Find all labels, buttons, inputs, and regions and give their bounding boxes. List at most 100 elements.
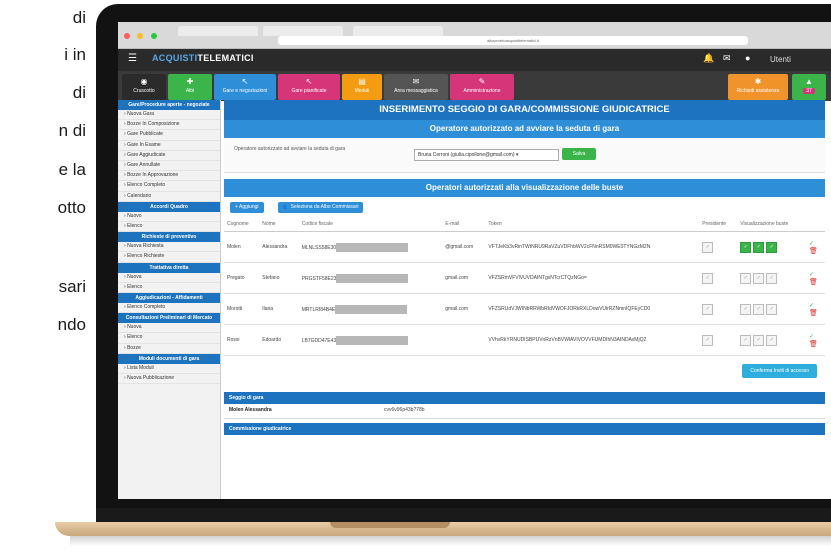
visual-checkbox[interactable]: ✓ xyxy=(766,334,778,346)
cell-nome: Stefano xyxy=(259,262,299,294)
cf-text: PRGSTF58E23 xyxy=(301,275,337,282)
sidebar-item[interactable]: › Nuova Richiesta xyxy=(118,242,220,253)
app-logo[interactable]: ACQUISTITELEMATICI xyxy=(152,53,254,63)
albi-icon: ✚ xyxy=(186,77,194,86)
sidebar-item[interactable]: › Nuova Gara xyxy=(118,110,220,121)
sidebar-item[interactable]: › Gare Annullate xyxy=(118,161,220,172)
tile-badge[interactable]: ▲ 37 xyxy=(792,74,826,100)
sidebar-item-label: Gare Aggiudicate xyxy=(127,151,166,158)
presidente-checkbox[interactable]: ✓ xyxy=(702,272,714,284)
sidebar-item[interactable]: › Calendario xyxy=(118,192,220,202)
tile-messaggistica[interactable]: ✉ Area messaggistica xyxy=(384,74,448,100)
maximize-dot-icon[interactable] xyxy=(150,33,157,39)
address-bar[interactable]: altovenetoacquistitelematici.it xyxy=(278,36,748,45)
add-button[interactable]: + Aggiungi xyxy=(230,202,264,213)
table-row: Pregato Stefano PRGSTF58E23 gmail.com VFZSRm… xyxy=(224,262,825,294)
trash-icon[interactable]: 🗑 xyxy=(809,248,818,255)
col-header: Nome xyxy=(259,217,299,232)
visual-checkbox[interactable]: ✓ xyxy=(766,303,778,315)
seggio-row: Molen Alessandra cvv6v96p43b?78b xyxy=(224,404,825,419)
check-icon[interactable]: ✓ xyxy=(809,333,822,340)
browser-tab[interactable] xyxy=(178,26,258,36)
user-menu[interactable]: Utenti xyxy=(770,55,791,64)
sidebar-item[interactable]: › Elenco xyxy=(118,283,220,294)
sidebar-item[interactable]: › Gare Pubblicate xyxy=(118,130,220,141)
browser-tab[interactable] xyxy=(263,26,343,36)
visual-checkbox[interactable]: ✓ xyxy=(766,241,778,253)
tile-amministrazione[interactable]: ✎ Amministrazione xyxy=(450,74,514,100)
visual-checkbox[interactable]: ✓ xyxy=(740,272,752,284)
tile-albi[interactable]: ✚ Albi xyxy=(168,74,212,100)
sidebar-item-label: Nuova Gara xyxy=(127,111,155,117)
cell-token: VFZSRmVFVlVUVDAINTgvNTcrCTQzNGo= xyxy=(485,262,700,294)
presidente-checkbox[interactable]: ✓ xyxy=(702,303,714,315)
sidebar-item-label: Nuova xyxy=(127,324,142,331)
visual-checkbox[interactable]: ✓ xyxy=(740,334,752,346)
presidente-checkbox[interactable]: ✓ xyxy=(702,334,714,346)
sidebar-item[interactable]: › Gare Aggiudicate xyxy=(118,151,220,162)
sidebar-item[interactable]: › Bozze In Composizione xyxy=(118,120,220,131)
tile-label: Albi xyxy=(185,88,195,94)
sidebar-item-label: Gare In Esame xyxy=(127,141,161,148)
sidebar-item[interactable]: › Elenco xyxy=(118,333,220,344)
check-icon[interactable]: ✓ xyxy=(809,302,822,309)
trash-icon[interactable]: 🗑 xyxy=(809,279,818,286)
operator-select-value: Bruna Cerroni (giulia.cipollone@gmail.co… xyxy=(418,152,515,158)
tile-label: Cruscotto xyxy=(133,88,155,94)
sidebar-item[interactable]: › Elenco Richieste xyxy=(118,252,220,263)
minimize-dot-icon[interactable] xyxy=(137,33,144,39)
sidebar-item[interactable]: › Nuova xyxy=(118,273,220,283)
close-dot-icon[interactable] xyxy=(124,33,130,39)
sidebar-section-title: Accordi Quadro xyxy=(118,201,220,212)
tile-pianificate[interactable]: ↖ Gare pianificate xyxy=(278,74,340,100)
operator-select[interactable]: Bruna Cerroni (giulia.cipollone@gmail.co… xyxy=(414,149,559,161)
bell-icon[interactable]: 🔔 xyxy=(703,53,714,64)
visual-checkbox[interactable]: ✓ xyxy=(740,303,752,315)
presidente-checkbox[interactable]: ✓ xyxy=(702,241,714,253)
visual-checkbox[interactable]: ✓ xyxy=(753,303,765,315)
visual-checkbox[interactable]: ✓ xyxy=(753,241,765,253)
users-icon: 👥 xyxy=(283,204,290,210)
sidebar-item[interactable]: › Gare In Esame xyxy=(118,141,220,151)
select-albo-button[interactable]: 👥 Seleziona da Albo Commissari xyxy=(278,202,364,213)
tile-cruscotto[interactable]: ◉ Cruscotto xyxy=(122,74,166,100)
visual-checkbox[interactable]: ✓ xyxy=(740,241,752,253)
logo-part-b: TELEMATICI xyxy=(197,53,254,63)
cell-nome: Edoardo xyxy=(259,324,299,356)
trash-icon[interactable]: 🗑 xyxy=(809,341,818,348)
visual-checkbox[interactable]: ✓ xyxy=(753,272,765,284)
trash-icon[interactable]: 🗑 xyxy=(809,310,818,317)
cell-presidente: ✓ xyxy=(699,324,738,356)
sidebar-item[interactable]: › Bozze In Approvazione xyxy=(118,171,220,182)
sidebar-item[interactable]: › Elenco Completo xyxy=(118,181,220,192)
operators-table: Cognome Nome Codice fiscale E-mail Token… xyxy=(224,217,825,356)
tile-gare[interactable]: ↖ Gare e negoziazioni xyxy=(214,74,276,100)
sidebar-item[interactable]: › Nuova Pubblicazione xyxy=(118,374,220,385)
sidebar-item[interactable]: › Elenco Completo xyxy=(118,303,220,314)
chat-icon[interactable]: ● xyxy=(745,53,750,63)
visual-checkbox[interactable]: ✓ xyxy=(766,272,778,284)
cell-cf: MLNLSS58E30 xyxy=(298,231,443,263)
save-button[interactable]: Salva xyxy=(562,148,596,160)
visual-checkbox[interactable]: ✓ xyxy=(753,334,765,346)
cell-token: VVhvRkYRNUDISBPUVnRzVnBVWlAVIVOVVFUMDIhN… xyxy=(485,324,700,356)
check-icon[interactable]: ✓ xyxy=(809,271,822,278)
sidebar-item[interactable]: › Bozze xyxy=(118,344,220,354)
col-header: Visualizzazione buste xyxy=(737,217,806,232)
operator-bar: Operatore autorizzato ad avviare la sedu… xyxy=(224,120,825,138)
redacted-block xyxy=(336,273,409,283)
cf-text: MRTLRI84B4E xyxy=(301,306,336,313)
browser-tab[interactable] xyxy=(353,26,443,36)
sidebar-item[interactable]: › Lista Moduli xyxy=(118,364,220,375)
check-icon[interactable]: ✓ xyxy=(809,240,822,247)
confirm-row: Conferma Inviti di accesso xyxy=(224,364,825,386)
tile-assistenza[interactable]: ✱ Richiedi assistenza xyxy=(728,74,788,100)
mail-icon[interactable]: ✉ xyxy=(723,53,731,64)
sidebar-item[interactable]: › Nuova xyxy=(118,323,220,334)
tile-moduli[interactable]: ▤ Moduli xyxy=(342,74,382,100)
sidebar-item[interactable]: › Nuovo xyxy=(118,212,220,223)
side-line: sari xyxy=(58,277,86,296)
confirm-invites-button[interactable]: Conferma Inviti di accesso xyxy=(742,364,817,378)
menu-icon[interactable]: ☰ xyxy=(128,53,137,64)
sidebar-item[interactable]: › Elenco xyxy=(118,222,220,233)
